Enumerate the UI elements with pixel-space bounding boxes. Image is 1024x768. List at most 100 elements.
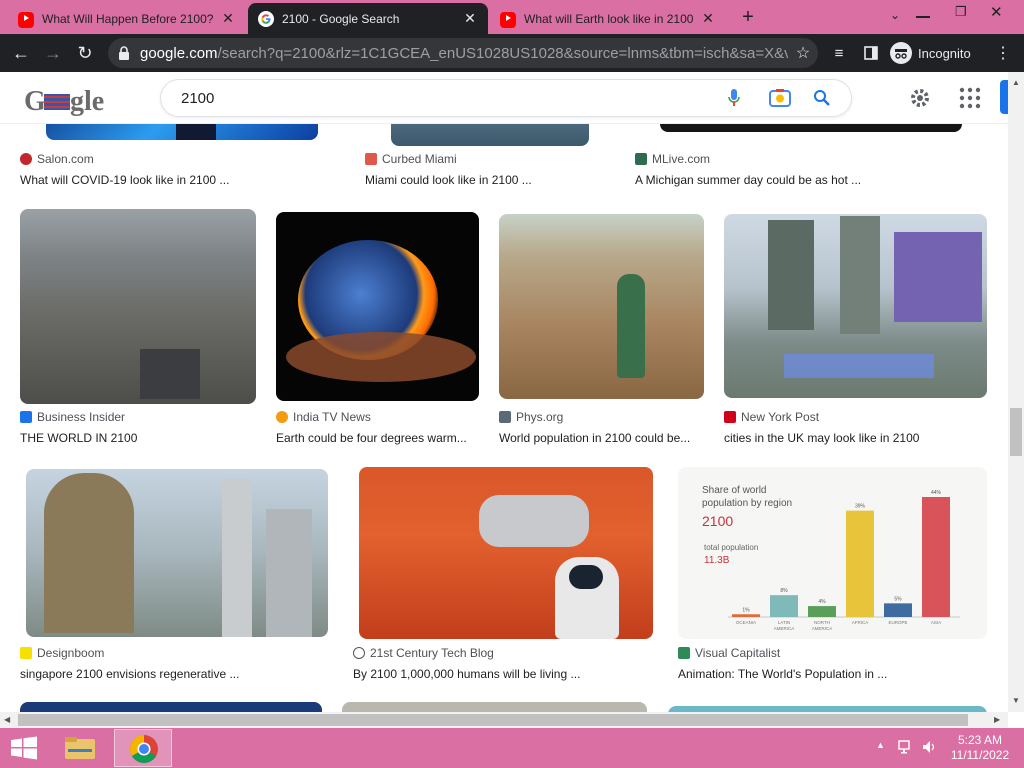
reload-icon[interactable]: ↻: [72, 40, 98, 66]
horizontal-scrollbar[interactable]: ◀ ▶: [0, 712, 1008, 728]
result-image-21st-century-tech[interactable]: [359, 467, 653, 639]
network-icon[interactable]: [898, 740, 914, 754]
bookmark-star-icon[interactable]: ☆: [788, 43, 818, 63]
more-menu-icon[interactable]: ⋮: [990, 40, 1016, 66]
close-icon[interactable]: ✕: [462, 10, 478, 27]
tab-search-chevron-icon[interactable]: ⌄: [890, 8, 900, 22]
settings-gear-icon[interactable]: [906, 84, 934, 112]
tab-what-will-happen[interactable]: What Will Happen Before 2100? ✕: [8, 3, 246, 34]
result-image-partial[interactable]: [20, 702, 322, 712]
result-caption[interactable]: Animation: The World's Population in ...: [678, 667, 978, 681]
result-image-business-insider[interactable]: [20, 209, 256, 404]
close-icon[interactable]: ✕: [220, 10, 236, 27]
vertical-scrollbar[interactable]: ▲ ▼: [1008, 72, 1024, 712]
new-tab-button[interactable]: +: [736, 6, 760, 28]
tab-what-will-earth[interactable]: What will Earth look like in 2100? ✕: [490, 3, 726, 34]
vertical-scroll-thumb[interactable]: [1010, 408, 1022, 456]
visual-capitalist-favicon-icon: [678, 647, 690, 659]
browser-toolbar: ← → ↻ google.com/search?q=2100&rlz=1C1GC…: [0, 34, 1024, 72]
forward-arrow-icon[interactable]: →: [40, 40, 66, 66]
result-caption[interactable]: World population in 2100 could be...: [499, 431, 704, 445]
microphone-icon[interactable]: [727, 88, 741, 108]
address-bar[interactable]: google.com/search?q=2100&rlz=1C1GCEA_enU…: [108, 38, 818, 68]
salon-favicon-icon: [20, 153, 32, 165]
scroll-left-arrow-icon[interactable]: ◀: [4, 715, 10, 724]
result-source[interactable]: Designboom: [20, 646, 104, 660]
chrome-taskbar-button[interactable]: [114, 729, 172, 767]
search-input[interactable]: 2100: [160, 79, 852, 117]
chart-category-label: ASIA: [931, 620, 941, 625]
minimize-icon[interactable]: [916, 16, 930, 18]
result-image-partial[interactable]: [342, 702, 647, 712]
result-source[interactable]: Business Insider: [20, 410, 125, 424]
result-source[interactable]: Salon.com: [20, 152, 94, 166]
media-control-icon[interactable]: ≡: [826, 40, 852, 66]
result-image-mlive[interactable]: [660, 124, 962, 132]
result-caption[interactable]: Earth could be four degrees warm...: [276, 431, 479, 445]
result-caption[interactable]: What will COVID-19 look like in 2100 ...: [20, 173, 340, 187]
result-caption[interactable]: A Michigan summer day could be as hot ..…: [635, 173, 985, 187]
chart-value-label: 5%: [894, 596, 902, 602]
system-clock[interactable]: 5:23 AM 11/11/2022: [946, 733, 1014, 763]
chart-value-label: 44%: [931, 490, 942, 496]
result-caption[interactable]: singapore 2100 envisions regenerative ..…: [20, 667, 320, 681]
designboom-favicon-icon: [20, 647, 32, 659]
result-image-new-york-post[interactable]: [724, 214, 987, 398]
result-image-curbed-miami[interactable]: [391, 124, 589, 146]
google-doodle-logo[interactable]: G gle: [24, 84, 116, 117]
result-image-india-tv[interactable]: [276, 212, 479, 401]
result-source[interactable]: 21st Century Tech Blog: [353, 646, 494, 660]
chart-category-label: NORTH: [814, 620, 830, 625]
incognito-icon: [890, 42, 912, 64]
apps-grid-icon[interactable]: [958, 86, 982, 110]
result-source[interactable]: Curbed Miami: [365, 152, 457, 166]
result-caption[interactable]: cities in the UK may look like in 2100: [724, 431, 987, 445]
result-image-designboom[interactable]: [26, 469, 328, 637]
google-header: G gle 2100: [0, 72, 1008, 124]
result-image-visual-capitalist[interactable]: Share of world population by region 2100…: [678, 467, 987, 639]
result-caption[interactable]: By 2100 1,000,000 humans will be living …: [353, 667, 653, 681]
chart-category-label: EUROPE: [888, 620, 907, 625]
chart-bar: [808, 606, 836, 617]
scroll-right-arrow-icon[interactable]: ▶: [994, 715, 1000, 724]
scroll-down-arrow-icon[interactable]: ▼: [1012, 696, 1020, 705]
tab-title: 2100 - Google Search: [282, 11, 400, 26]
tab-strip: What Will Happen Before 2100? ✕ 2100 - G…: [0, 0, 1024, 34]
chart-category-label: OCEANIA: [736, 620, 756, 625]
scroll-up-arrow-icon[interactable]: ▲: [1012, 78, 1020, 87]
chart-bar: [770, 595, 798, 617]
horizontal-scroll-thumb[interactable]: [18, 714, 968, 726]
side-panel-icon[interactable]: [858, 40, 884, 66]
result-source[interactable]: MLive.com: [635, 152, 710, 166]
window-close-icon[interactable]: ✕: [990, 3, 1003, 21]
result-source[interactable]: New York Post: [724, 410, 819, 424]
image-results-grid: Salon.com What will COVID-19 look like i…: [0, 124, 1008, 712]
svg-text:gle: gle: [70, 86, 104, 116]
windows-start-icon[interactable]: [10, 736, 38, 760]
result-caption[interactable]: Miami could look like in 2100 ...: [365, 173, 615, 187]
chart-category-label: AMERICA: [812, 626, 833, 631]
lock-icon: [119, 46, 129, 60]
result-image-phys-org[interactable]: [499, 214, 704, 399]
back-arrow-icon[interactable]: ←: [8, 40, 34, 66]
camera-lens-icon[interactable]: [769, 88, 791, 108]
result-caption[interactable]: THE WORLD IN 2100: [20, 431, 256, 445]
clock-date: 11/11/2022: [950, 748, 1010, 762]
close-icon[interactable]: ✕: [700, 10, 716, 27]
show-hidden-icons-chevron-icon[interactable]: ▲: [876, 740, 885, 750]
file-explorer-icon[interactable]: [64, 735, 96, 761]
restore-icon[interactable]: ❐: [955, 4, 967, 20]
result-source[interactable]: India TV News: [276, 410, 371, 424]
globe-icon: [353, 647, 365, 659]
result-source[interactable]: Visual Capitalist: [678, 646, 780, 660]
phys-org-favicon-icon: [499, 411, 511, 423]
chart-category-label: AMERICA: [774, 626, 795, 631]
result-source[interactable]: Phys.org: [499, 410, 563, 424]
tab-google-search[interactable]: 2100 - Google Search ✕: [248, 3, 488, 34]
incognito-indicator[interactable]: Incognito: [890, 40, 971, 66]
volume-icon[interactable]: [922, 740, 938, 754]
search-icon[interactable]: [813, 89, 831, 107]
result-image-salon[interactable]: [46, 124, 318, 140]
sign-in-button-edge[interactable]: [1000, 80, 1008, 114]
url-text: google.com/search?q=2100&rlz=1C1GCEA_enU…: [140, 44, 788, 62]
